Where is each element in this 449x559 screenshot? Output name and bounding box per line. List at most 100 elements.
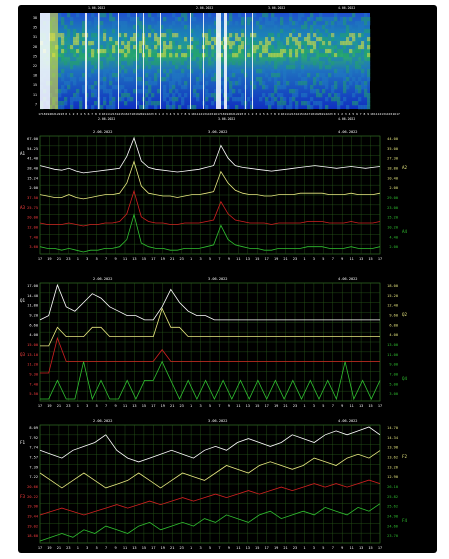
heatmap-cell: [367, 73, 371, 78]
heatmap-cell: [106, 33, 110, 38]
heatmap-cell: [121, 65, 125, 70]
heatmap-cell: [64, 81, 68, 86]
heatmap-cell: [94, 89, 98, 94]
heatmap-cell: [112, 61, 116, 66]
heatmap-cell: [340, 33, 344, 38]
heatmap-cell: [349, 73, 353, 78]
heatmap-cell: [76, 61, 80, 66]
heatmap-cell: [286, 49, 290, 54]
heatmap-cell: [364, 105, 368, 110]
x-axis-tick: 3: [313, 257, 315, 261]
heatmap-cell: [241, 45, 245, 50]
heatmap-cell: [181, 13, 185, 18]
heatmap-cell: [298, 49, 302, 54]
heatmap-cell: [262, 81, 266, 86]
heatmap-cell: [277, 85, 281, 90]
heatmap-cell: [100, 21, 104, 26]
heatmap-cell: [361, 81, 365, 86]
heatmap-cell: [343, 33, 347, 38]
heatmap-cell: [256, 69, 260, 74]
heatmap-cell: [169, 61, 173, 66]
heatmap-cell: [259, 97, 263, 102]
heatmap-cell: [112, 45, 116, 50]
heatmap-cell: [61, 77, 65, 82]
heatmap-cell: [316, 73, 320, 78]
x-axis-tick: 23: [66, 404, 70, 408]
right-axis-tick: 25.82: [387, 495, 398, 499]
heatmap-cell: [277, 73, 281, 78]
heatmap-cell: [295, 37, 299, 42]
heatmap-cell: [265, 49, 269, 54]
heatmap-cell: [268, 33, 272, 38]
heatmap-cell: [61, 41, 65, 46]
x-axis-tick: 19: [47, 546, 51, 550]
x-axis-tick: 11: [236, 404, 240, 408]
heatmap-cell: [346, 53, 350, 58]
heatmap-y-tick: 15: [33, 83, 37, 87]
heatmap-cell: [145, 101, 149, 106]
heatmap-cell: [130, 17, 134, 22]
x-axis-tick: 23: [180, 404, 184, 408]
heatmap-cell: [268, 45, 272, 50]
heatmap-cell: [169, 29, 173, 34]
heatmap-cell: [316, 77, 320, 82]
heatmap-cell: [208, 13, 212, 18]
right-axis-tick: 9.00: [389, 363, 398, 367]
heatmap-cell: [163, 77, 167, 82]
panel-date-label: 3.06.2022: [208, 130, 227, 134]
heatmap-cell: [238, 41, 242, 46]
x-axis-tick: 11: [236, 257, 240, 261]
heatmap-cell: [262, 33, 266, 38]
heatmap-cell: [82, 61, 86, 66]
heatmap-cell: [196, 97, 200, 102]
heatmap-cell: [70, 17, 74, 22]
heatmap-cell: [256, 53, 260, 58]
heatmap-cell: [331, 61, 335, 66]
heatmap-cell: [355, 61, 359, 66]
x-axis-tick: 9: [228, 546, 230, 550]
heatmap-x-hour: 6: [267, 112, 269, 116]
heatmap-cell: [364, 33, 368, 38]
heatmap-cell: [325, 25, 329, 30]
heatmap-cell: [265, 17, 269, 22]
heatmap-cell: [157, 73, 161, 78]
heatmap-cell: [241, 41, 245, 46]
heatmap-cell: [283, 25, 287, 30]
heatmap-cell: [274, 33, 278, 38]
heatmap-cell: [271, 101, 275, 106]
heatmap-cell: [88, 29, 92, 34]
left-axis-tick: 3.60: [29, 245, 38, 249]
x-axis-tick: 17: [38, 404, 42, 408]
x-axis-tick: 5: [322, 257, 324, 261]
heatmap-y-tick: 7: [35, 102, 37, 106]
heatmap-cell: [82, 21, 86, 26]
heatmap-cell: [79, 97, 83, 102]
heatmap-cell: [130, 45, 134, 50]
heatmap-cell: [307, 101, 311, 106]
heatmap-peak-streak: [160, 13, 161, 109]
chart-panel-f: 2.06.2022 3.06.2022 4.06.2022 8.09 7.92 7.74 7…: [20, 419, 408, 550]
heatmap-cell: [67, 81, 71, 86]
heatmap-cell: [175, 49, 179, 54]
heatmap-cell: [241, 17, 245, 22]
heatmap-cell: [172, 65, 176, 70]
right-axis-tick: 12.90: [387, 475, 398, 479]
x-axis-tick: 19: [161, 257, 165, 261]
heatmap-cell: [337, 73, 341, 78]
heatmap-cell: [157, 41, 161, 46]
x-axis-tick: 23: [293, 257, 297, 261]
left-axis-tick: 7.40: [29, 382, 38, 386]
heatmap-cell: [307, 53, 311, 58]
heatmap-cell: [325, 21, 329, 26]
heatmap-cell: [199, 37, 203, 42]
heatmap-x-hour: 7: [360, 112, 362, 116]
heatmap-cell: [133, 33, 137, 38]
heatmap-cell: [133, 61, 137, 66]
heatmap-cell: [358, 45, 362, 50]
heatmap-cell: [154, 101, 158, 106]
heatmap-cell: [166, 69, 170, 74]
heatmap-cell: [271, 37, 275, 42]
heatmap-cell: [103, 85, 107, 90]
heatmap-cell: [172, 21, 176, 26]
heatmap-cell: [148, 89, 152, 94]
